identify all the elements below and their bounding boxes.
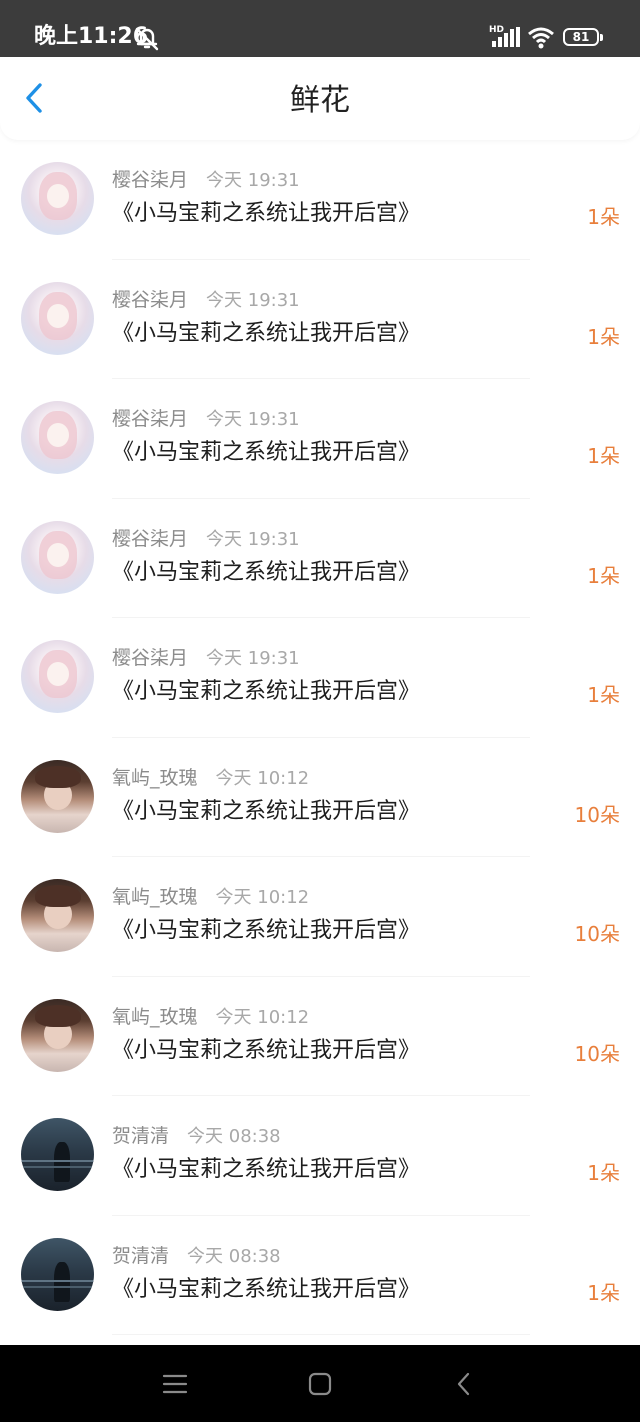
book-title[interactable]: 《小马宝莉之系统让我开后宫》	[112, 1154, 420, 1186]
book-title[interactable]: 《小马宝莉之系统让我开后宫》	[112, 1035, 420, 1067]
list-item[interactable]: 贺清清 今天 08:38 《小马宝莉之系统让我开后宫》 1朵	[0, 1216, 640, 1336]
system-nav-bar	[0, 1345, 640, 1422]
list-item[interactable]: 樱谷柒月 今天 19:31 《小马宝莉之系统让我开后宫》 1朵	[0, 499, 640, 619]
back-icon[interactable]	[451, 1371, 477, 1397]
user-name[interactable]: 樱谷柒月	[112, 169, 188, 191]
avatar[interactable]	[21, 281, 94, 355]
book-title[interactable]: 《小马宝莉之系统让我开后宫》	[112, 318, 420, 350]
flower-list: 樱谷柒月 今天 19:31 《小马宝莉之系统让我开后宫》 1朵 樱谷柒月 今天 19…	[0, 140, 640, 1335]
flower-count: 1朵	[587, 683, 620, 707]
list-item[interactable]: 贺清清 今天 08:38 《小马宝莉之系统让我开后宫》 1朵	[0, 1096, 640, 1216]
item-meta: 樱谷柒月 今天 19:31	[112, 527, 300, 552]
book-title[interactable]: 《小马宝莉之系统让我开后宫》	[112, 676, 420, 708]
flower-count: 10朵	[574, 922, 620, 946]
timestamp: 今天 10:12	[215, 1006, 310, 1028]
list-item[interactable]: 氧屿_玫瑰 今天 10:12 《小马宝莉之系统让我开后宫》 10朵	[0, 738, 640, 858]
timestamp: 今天 08:38	[187, 1126, 281, 1147]
avatar[interactable]	[21, 1237, 94, 1311]
list-item[interactable]: 氧屿_玫瑰 今天 10:12 《小马宝莉之系统让我开后宫》 10朵	[0, 857, 640, 977]
timestamp: 今天 10:12	[215, 767, 310, 789]
item-meta: 贺清清 今天 08:38	[112, 1244, 281, 1269]
flower-count: 1朵	[587, 205, 620, 229]
flower-count: 1朵	[587, 324, 620, 349]
menu-icon[interactable]	[162, 1371, 188, 1397]
user-name[interactable]: 樱谷柒月	[112, 528, 188, 550]
avatar[interactable]	[21, 1118, 94, 1191]
signal-icon	[492, 27, 520, 47]
avatar[interactable]	[21, 520, 94, 594]
flower-count: 1朵	[587, 563, 620, 588]
book-title[interactable]: 《小马宝莉之系统让我开后宫》	[112, 557, 420, 589]
item-meta: 氧屿_玫瑰 今天 10:12	[112, 885, 309, 910]
user-name[interactable]: 贺清清	[112, 1125, 169, 1147]
item-meta: 樱谷柒月 今天 19:31	[112, 168, 300, 193]
battery-icon: 81	[563, 28, 603, 46]
item-meta: 樱谷柒月 今天 19:31	[112, 407, 300, 432]
book-title[interactable]: 《小马宝莉之系统让我开后宫》	[112, 198, 420, 230]
user-name[interactable]: 氧屿_玫瑰	[112, 886, 198, 908]
timestamp: 今天 10:12	[215, 887, 310, 908]
item-meta: 樱谷柒月 今天 19:31	[112, 288, 300, 313]
book-title[interactable]: 《小马宝莉之系统让我开后宫》	[112, 437, 420, 469]
item-meta: 氧屿_玫瑰 今天 10:12	[112, 766, 309, 791]
book-title[interactable]: 《小马宝莉之系统让我开后宫》	[112, 1274, 420, 1306]
timestamp: 今天 19:31	[206, 648, 300, 669]
timestamp: 今天 19:31	[206, 528, 300, 550]
item-meta: 樱谷柒月 今天 19:31	[112, 646, 300, 671]
user-name[interactable]: 氧屿_玫瑰	[112, 1006, 198, 1028]
avatar[interactable]	[21, 401, 94, 474]
list-item[interactable]: 氧屿_玫瑰 今天 10:12 《小马宝莉之系统让我开后宫》 10朵	[0, 977, 640, 1097]
item-meta: 氧屿_玫瑰 今天 10:12	[112, 1005, 309, 1030]
avatar[interactable]	[21, 879, 94, 952]
timestamp: 今天 19:31	[206, 170, 300, 191]
user-name[interactable]: 樱谷柒月	[112, 289, 188, 311]
user-name[interactable]: 樱谷柒月	[112, 408, 188, 430]
list-item[interactable]: 樱谷柒月 今天 19:31 《小马宝莉之系统让我开后宫》 1朵	[0, 260, 640, 380]
timestamp: 今天 19:31	[206, 409, 300, 430]
timestamp: 今天 08:38	[187, 1245, 281, 1267]
avatar[interactable]	[21, 759, 94, 833]
flower-count: 10朵	[574, 802, 620, 827]
list-item[interactable]: 樱谷柒月 今天 19:31 《小马宝莉之系统让我开后宫》 1朵	[0, 140, 640, 260]
user-name[interactable]: 樱谷柒月	[112, 647, 188, 669]
home-icon[interactable]	[307, 1371, 333, 1397]
user-name[interactable]: 贺清清	[112, 1245, 169, 1267]
book-title[interactable]: 《小马宝莉之系统让我开后宫》	[112, 915, 420, 947]
header: 鲜花	[0, 57, 640, 140]
flower-count: 1朵	[587, 1280, 620, 1305]
flower-count: 10朵	[574, 1041, 620, 1066]
page-title: 鲜花	[290, 83, 350, 118]
timestamp: 今天 19:31	[206, 289, 300, 311]
wifi-icon	[528, 27, 554, 49]
flower-count: 1朵	[587, 444, 620, 468]
list-item[interactable]: 樱谷柒月 今天 19:31 《小马宝莉之系统让我开后宫》 1朵	[0, 618, 640, 738]
status-time: 晚上11:26	[34, 24, 149, 49]
status-bar: 晚上11:26 HD 81	[0, 0, 640, 57]
book-title[interactable]: 《小马宝莉之系统让我开后宫》	[112, 796, 420, 828]
mute-bell-icon	[135, 27, 159, 51]
item-meta: 贺清清 今天 08:38	[112, 1124, 281, 1149]
user-name[interactable]: 氧屿_玫瑰	[112, 767, 198, 789]
avatar[interactable]	[21, 640, 94, 713]
list-item[interactable]: 樱谷柒月 今天 19:31 《小马宝莉之系统让我开后宫》 1朵	[0, 379, 640, 499]
flower-count: 1朵	[587, 1161, 620, 1185]
avatar[interactable]	[21, 998, 94, 1072]
avatar[interactable]	[21, 162, 94, 235]
